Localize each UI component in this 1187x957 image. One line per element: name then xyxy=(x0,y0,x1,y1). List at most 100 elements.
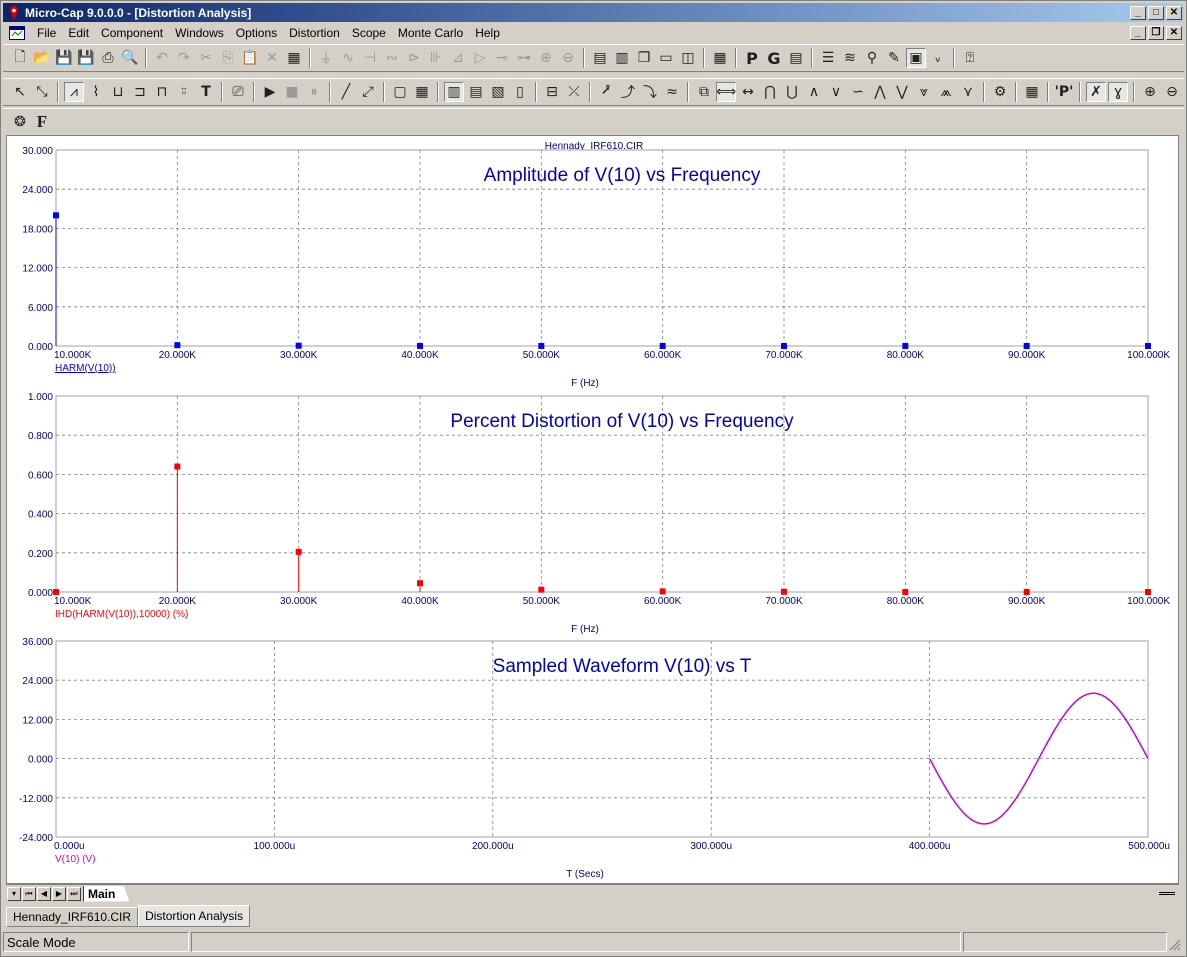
next-sheet-icon[interactable]: ▶ xyxy=(52,886,66,901)
y-auto-scale-icon[interactable]: ɣ xyxy=(1108,82,1128,102)
list-icon[interactable]: ☰ xyxy=(818,48,838,68)
vertical-tag-icon[interactable]: ⊐ xyxy=(130,82,150,102)
table-icon[interactable]: ▦ xyxy=(1022,82,1042,102)
performance-tag-icon[interactable]: ⊓ xyxy=(152,82,172,102)
bottom-icon[interactable]: ⩕ xyxy=(936,82,956,102)
save-all-icon[interactable]: 💾 xyxy=(76,48,96,68)
switch-icon[interactable]: ⊸ xyxy=(492,48,512,68)
waveform-icon[interactable]: ≋ xyxy=(840,48,860,68)
paste-icon[interactable]: 📋 xyxy=(240,48,260,68)
first-sheet-icon[interactable]: ⏮ xyxy=(22,886,36,901)
cascade-icon[interactable]: ❐ xyxy=(634,48,654,68)
select-all-icon[interactable]: ▦ xyxy=(284,48,304,68)
diode-icon[interactable]: ⊳ xyxy=(404,48,424,68)
horizontal-axis-icon[interactable]: ⤫ xyxy=(564,82,584,102)
peak-icon[interactable]: ∧ xyxy=(804,82,824,102)
tile-horizontal-icon[interactable]: ▤ xyxy=(590,48,610,68)
vd-icon[interactable]: ᵥ xyxy=(928,48,948,68)
print-icon[interactable]: ⎙ xyxy=(98,48,118,68)
mdi-close-button[interactable]: ✕ xyxy=(1166,26,1182,40)
high-icon[interactable]: ⋂ xyxy=(760,82,780,102)
p-icon[interactable]: P xyxy=(742,48,762,68)
menu-file[interactable]: File xyxy=(31,26,62,40)
tile-vertical-icon[interactable]: ▥ xyxy=(612,48,632,68)
battery-icon[interactable]: ⊪ xyxy=(426,48,446,68)
save-icon[interactable]: 💾 xyxy=(54,48,74,68)
prev-sheet-icon[interactable]: ◀ xyxy=(37,886,51,901)
scale-mode-icon[interactable]: ⤡ xyxy=(32,82,52,102)
minor-x-grid-icon[interactable]: ▯ xyxy=(510,82,530,102)
plot-window-icon[interactable]: ▣ xyxy=(906,48,926,68)
calculator-icon[interactable]: ▦ xyxy=(710,48,730,68)
doc-tab-schematic[interactable]: Hennady_IRF610.CIR xyxy=(6,907,139,927)
global-low-icon[interactable]: ⋁ xyxy=(892,82,912,102)
point-tag-icon[interactable]: ⌇ xyxy=(86,82,106,102)
zoom-rect-icon[interactable]: ⧉ xyxy=(694,82,714,102)
zoom-out-icon[interactable]: ⊖ xyxy=(1162,82,1182,102)
menu-monte-carlo[interactable]: Monte Carlo xyxy=(392,26,469,40)
next-peak-icon[interactable]: ⭷ xyxy=(596,82,616,102)
ground-icon[interactable]: ⏚ xyxy=(316,48,336,68)
current-source-icon[interactable]: ⊖ xyxy=(558,48,578,68)
print-preview-icon[interactable]: 🔍 xyxy=(120,48,140,68)
run-icon[interactable]: ▶ xyxy=(260,82,280,102)
stop-icon[interactable]: ■ xyxy=(282,82,302,102)
valley-icon[interactable]: ∨ xyxy=(826,82,846,102)
info-icon[interactable]: ⍤ xyxy=(174,82,194,102)
close-button[interactable]: ✕ xyxy=(1166,5,1182,20)
delete-icon[interactable]: ✕ xyxy=(262,48,282,68)
open-folder-icon[interactable]: 📂 xyxy=(32,48,52,68)
g-icon[interactable]: G xyxy=(764,48,784,68)
plot-area[interactable]: Hennady_IRF610.CIR 10.000K 20.000K 30.000K 4… xyxy=(6,135,1179,884)
animate-icon[interactable]: ⚙ xyxy=(990,82,1010,102)
splitter-handle[interactable] xyxy=(1159,892,1175,895)
next-valley-icon[interactable]: ⤵ xyxy=(640,82,660,102)
slope-icon[interactable]: ≈ xyxy=(662,82,682,102)
inflection-icon[interactable]: ∽ xyxy=(848,82,868,102)
prev-peak-icon[interactable]: ⤴ xyxy=(618,82,638,102)
capacitor-icon[interactable]: ⊣ xyxy=(360,48,380,68)
harmonics-icon[interactable]: ❂ xyxy=(10,112,30,132)
horizontal-tag-icon[interactable]: ⊔ xyxy=(108,82,128,102)
frame-icon[interactable]: ▢ xyxy=(390,82,410,102)
pause-icon[interactable]: ⏸ xyxy=(304,82,324,102)
cursor-peak-icon[interactable]: ⟺ xyxy=(716,82,736,102)
probe-icon[interactable]: ⚲ xyxy=(862,48,882,68)
f-label-button[interactable]: F xyxy=(32,112,52,132)
redo-icon[interactable]: ↷ xyxy=(174,48,194,68)
x-auto-scale-icon[interactable]: ✗ xyxy=(1086,82,1106,102)
window-icon[interactable]: ▭ xyxy=(656,48,676,68)
sheet-menu-icon[interactable]: ▾ xyxy=(7,886,21,901)
maximize-button[interactable]: □ xyxy=(1148,5,1164,20)
linked-line-icon[interactable]: ⤢ xyxy=(358,82,378,102)
voltage-source-icon[interactable]: ⊕ xyxy=(536,48,556,68)
menu-distortion[interactable]: Distortion xyxy=(283,26,346,40)
menu-windows[interactable]: Windows xyxy=(169,26,230,40)
cursor-mode-icon[interactable]: ⩘ xyxy=(64,82,84,102)
resize-grip-icon[interactable] xyxy=(1169,939,1181,951)
menu-scope[interactable]: Scope xyxy=(346,26,392,40)
mdi-restore-button[interactable]: ❐ xyxy=(1148,26,1164,40)
new-file-icon[interactable]: 🗋 xyxy=(10,48,30,68)
doc-tab-distortion-analysis[interactable]: Distortion Analysis xyxy=(138,905,251,927)
sheet-tab-main[interactable]: Main xyxy=(83,885,130,902)
analysis-limits-icon[interactable]: ⎚ xyxy=(228,82,248,102)
resistor-icon[interactable]: ∿ xyxy=(338,48,358,68)
zoom-in-icon[interactable]: ⊕ xyxy=(1140,82,1160,102)
baseline-icon[interactable]: ⊟ xyxy=(542,82,562,102)
inductor-icon[interactable]: ∾ xyxy=(382,48,402,68)
go-to-x-icon[interactable]: ⋎ xyxy=(958,82,978,102)
menu-help[interactable]: Help xyxy=(469,26,506,40)
token-icon[interactable]: ▤ xyxy=(466,82,486,102)
low-icon[interactable]: ⋃ xyxy=(782,82,802,102)
minor-log-grid-icon[interactable]: ▧ xyxy=(488,82,508,102)
mdi-minimize-button[interactable]: _ xyxy=(1130,26,1146,40)
menu-component[interactable]: Component xyxy=(95,26,169,40)
top-icon[interactable]: ⩔ xyxy=(914,82,934,102)
menu-edit[interactable]: Edit xyxy=(62,26,95,40)
properties-icon[interactable]: ▤ xyxy=(786,48,806,68)
last-sheet-icon[interactable]: ⏭ xyxy=(67,886,81,901)
text-icon[interactable]: T xyxy=(196,82,216,102)
line-icon[interactable]: ╱ xyxy=(336,82,356,102)
split-window-icon[interactable]: ◫ xyxy=(678,48,698,68)
